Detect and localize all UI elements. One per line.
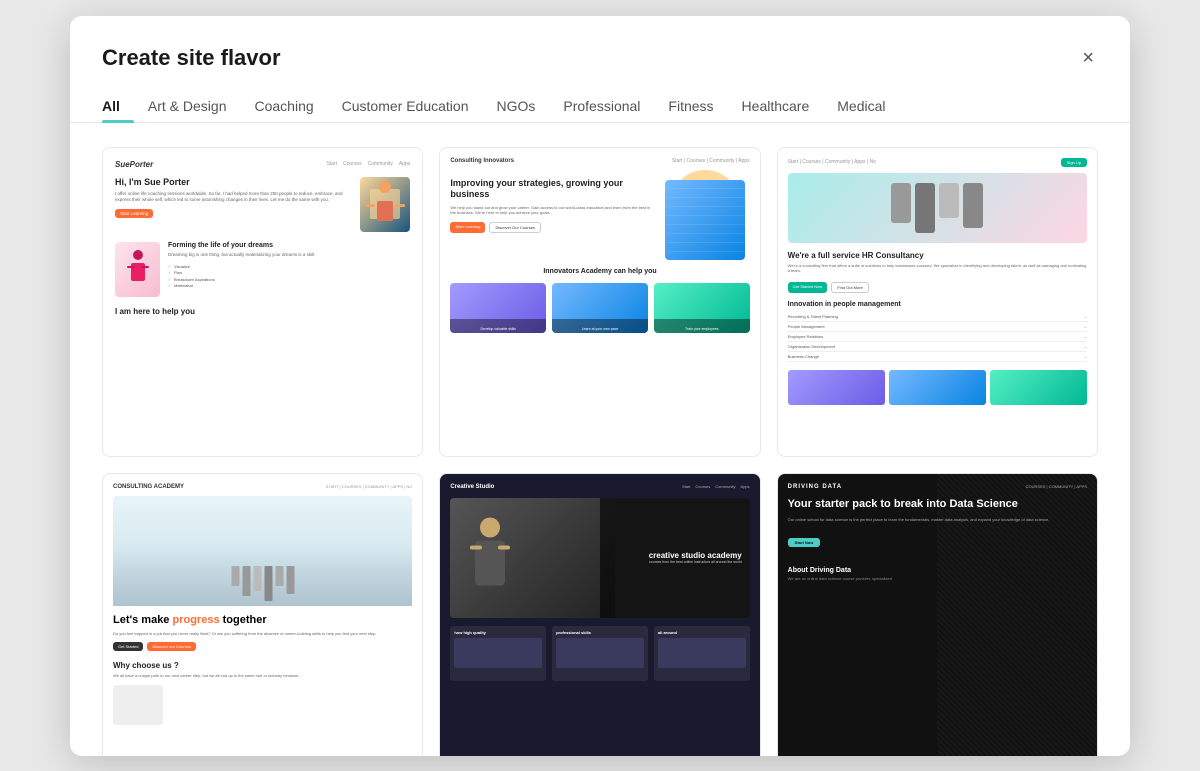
card-2-cta2: Discover Our Courses xyxy=(489,222,540,233)
templates-grid-area: SuePorter StartCoursesCommunityApps Hi, … xyxy=(70,123,1130,756)
card-6-hero-title: Your starter pack to break into Data Sci… xyxy=(788,498,1087,511)
card-3-hero-image xyxy=(788,173,1087,243)
tab-medical[interactable]: Medical xyxy=(823,90,899,122)
card-6-header: DRIVING DATA COURSES | COMMUNITY | APPS xyxy=(788,484,1087,490)
card-3-signup-badge: Sign Up xyxy=(1061,158,1087,167)
card-4-header: CONSULTING ACADEMY START | COURSES | COM… xyxy=(113,484,412,490)
card-5-logo: Creative Studio xyxy=(450,484,494,490)
card-2-thumb-2: Learn at your own pace xyxy=(552,283,648,333)
card-3-hero-title: We're a full service HR Consultancy xyxy=(788,251,1087,260)
template-card-consulting-academy[interactable]: CONSULTING ACADEMY START | COURSES | COM… xyxy=(102,473,423,756)
template-card-creative-studio[interactable]: Creative Studio StartCoursesCommunityApp… xyxy=(439,473,760,756)
card-2-header: Consulting Innovators Start | Courses | … xyxy=(450,158,749,164)
card-1-section3-title: I am here to help you xyxy=(115,307,410,316)
card-3-header: Start | Courses | Community | Apps | No … xyxy=(788,158,1087,167)
card-1-section2-title: Forming the life of your dreams xyxy=(168,242,410,249)
tab-healthcare[interactable]: Healthcare xyxy=(728,90,824,122)
card-3-cta1: Get Started Now xyxy=(788,282,828,293)
card-3-cta2: Find Out More xyxy=(831,282,869,293)
card-4-section2-title: Why choose us ? xyxy=(113,661,412,670)
tab-fitness[interactable]: Fitness xyxy=(654,90,727,122)
card-2-thumbs: Develop valuable skills Learn at your ow… xyxy=(450,283,749,333)
tab-professional[interactable]: Professional xyxy=(549,90,654,122)
template-card-innovators-academy[interactable]: Consulting Innovators Start | Courses | … xyxy=(439,147,760,457)
close-button[interactable]: × xyxy=(1078,44,1098,72)
card-4-cta1: Get Started xyxy=(113,642,143,651)
card-2-nav: Start | Courses | Community | Apps xyxy=(672,158,750,164)
card-1-nav: StartCoursesCommunityApps xyxy=(326,161,410,167)
card-6-section2-desc: We are an online data science course pro… xyxy=(788,576,1087,581)
card-2-logo: Consulting Innovators xyxy=(450,158,514,164)
card-4-nav: START | COURSES | COMMUNITY | APPS | NO xyxy=(326,484,413,489)
tab-coaching[interactable]: Coaching xyxy=(240,90,327,122)
tab-customer-education[interactable]: Customer Education xyxy=(328,90,483,122)
card-2-cta1: Start Learning xyxy=(450,222,485,233)
card-2-hero-title: Improving your strategies, growing your … xyxy=(450,178,651,201)
card-6-hero-desc: Our online school for data science is th… xyxy=(788,517,1087,523)
card-4-hero-image xyxy=(113,496,412,606)
card-5-hero-desc: courses from the best online instructors… xyxy=(608,560,742,564)
card-1-cta: Start Learning xyxy=(115,209,153,218)
card-3-menu: Recruiting & Talent Planning→ People Man… xyxy=(788,312,1087,362)
card-3-thumbs xyxy=(788,370,1087,405)
templates-grid: SuePorter StartCoursesCommunityApps Hi, … xyxy=(102,147,1098,756)
card-5-hero-title: creative studio academy xyxy=(608,551,742,561)
card-1-feature-list: Visualize Plan Breakdown Aspirations Mat… xyxy=(168,264,410,289)
card-1-hero-desc: I offer online life coaching sessions wo… xyxy=(115,191,352,204)
tabs-bar: All Art & Design Coaching Customer Educa… xyxy=(70,72,1130,123)
card-2-thumb-1: Develop valuable skills xyxy=(450,283,546,333)
card-1-hero-image xyxy=(360,177,410,232)
card-6-section2-title: About Driving Data xyxy=(788,567,1087,574)
card-3-nav: Start | Courses | Community | Apps | No xyxy=(788,159,876,165)
template-card-sue-porter[interactable]: SuePorter StartCoursesCommunityApps Hi, … xyxy=(102,147,423,457)
card-4-section2-desc: We all have a unique path to our next ca… xyxy=(113,673,412,679)
card-4-cta2: Discover our Courses xyxy=(147,642,195,651)
modal-header: Create site flavor × xyxy=(70,16,1130,72)
card-3-hero-desc: We're a consulting firm that offers a su… xyxy=(788,263,1087,274)
card-4-phone-mockup xyxy=(113,685,163,725)
card-6-logo: DRIVING DATA xyxy=(788,484,842,490)
template-card-hr-consultancy[interactable]: Start | Courses | Community | Apps | No … xyxy=(777,147,1098,457)
card-6-cta: Start Now xyxy=(788,538,821,547)
card-5-mini-cards: how high quality professional skills all… xyxy=(450,626,749,681)
card-5-hero-image: creative studio academy courses from the… xyxy=(450,498,749,618)
card-6-nav: COURSES | COMMUNITY | APPS xyxy=(1026,484,1087,489)
card-5-header: Creative Studio StartCoursesCommunityApp… xyxy=(450,484,749,490)
card-1-logo: SuePorter xyxy=(115,160,153,169)
card-5-mini-1: how high quality xyxy=(450,626,546,681)
card-5-mini-3: all around xyxy=(654,626,750,681)
tab-all[interactable]: All xyxy=(102,90,134,122)
card-3-section2-title: Innovation in people management xyxy=(788,301,1087,308)
card-4-hero-desc: Do you feel trapped in a job that you ne… xyxy=(113,631,412,637)
tab-art-design[interactable]: Art & Design xyxy=(134,90,241,122)
card-1-hero-title: Hi, I'm Sue Porter xyxy=(115,177,352,187)
card-2-hero-desc: We help you stand out and grow your care… xyxy=(450,205,651,216)
template-card-driving-data[interactable]: DRIVING DATA COURSES | COMMUNITY | APPS … xyxy=(777,473,1098,756)
create-site-flavor-modal: Create site flavor × All Art & Design Co… xyxy=(70,16,1130,756)
card-5-nav: StartCoursesCommunityApps xyxy=(682,484,750,489)
card-4-logo: CONSULTING ACADEMY xyxy=(113,484,184,490)
card-1-section2-image xyxy=(115,242,160,297)
tab-ngos[interactable]: NGOs xyxy=(482,90,549,122)
card-2-thumb-3: Train your employees xyxy=(654,283,750,333)
modal-title: Create site flavor xyxy=(102,45,281,71)
card-2-subtitle: Innovators Academy can help you xyxy=(450,268,749,275)
card-4-hero-title: Let's make progress together xyxy=(113,614,412,627)
card-5-mini-2: professional skills xyxy=(552,626,648,681)
